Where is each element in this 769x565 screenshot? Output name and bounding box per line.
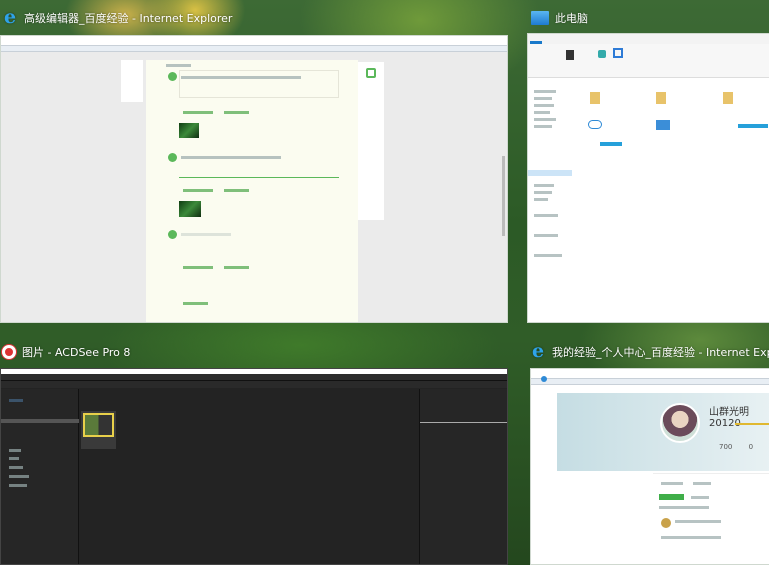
acdsee-icon <box>2 345 16 359</box>
tab-bar <box>1 46 507 52</box>
ie-icon: e <box>3 6 17 28</box>
navigation-pane <box>528 84 572 322</box>
step-image <box>179 201 201 217</box>
window-thumbnail-this-pc[interactable] <box>527 33 769 323</box>
window-thumbnail-ie-editor[interactable] <box>0 35 508 323</box>
window-title-ie-editor[interactable]: e 高级编辑器_百度经验 - Internet Explorer <box>2 7 232 29</box>
stat-value: 700 <box>719 443 733 451</box>
window-title-text: 我的经验_个人中心_百度经验 - Internet Explorer <box>552 346 769 359</box>
ribbon <box>528 44 769 78</box>
scrollbar[interactable] <box>502 156 505 236</box>
username: 山群光明20120 <box>709 407 749 429</box>
side-menu <box>121 60 143 102</box>
ie-icon: e <box>531 340 545 362</box>
avatar <box>660 403 700 443</box>
image-thumbnail[interactable] <box>81 411 116 449</box>
properties-pane <box>419 389 507 564</box>
window-title-text: 此电脑 <box>555 12 588 25</box>
window-thumbnail-ie-profile[interactable]: 山群光明20120 700 0 <box>530 368 769 565</box>
folder-tree <box>1 389 79 564</box>
window-title-this-pc[interactable]: 此电脑 <box>531 7 588 29</box>
window-title-text: 图片 - ACDSee Pro 8 <box>22 346 131 359</box>
address-bar <box>1 36 507 46</box>
app-icon <box>366 68 376 78</box>
experience-list <box>653 473 769 564</box>
window-title-ie-profile[interactable]: e 我的经验_个人中心_百度经验 - Internet Explorer <box>530 341 769 363</box>
window-title-text: 高级编辑器_百度经验 - Internet Explorer <box>24 12 233 25</box>
profile-banner: 山群光明20120 700 0 <box>557 393 769 471</box>
window-title-acdsee[interactable]: 图片 - ACDSee Pro 8 <box>2 341 130 363</box>
window-thumbnail-acdsee[interactable] <box>0 368 508 565</box>
right-panel <box>358 62 384 220</box>
editor-panel <box>146 60 358 322</box>
computer-icon <box>531 11 549 25</box>
tab-active[interactable] <box>659 494 684 500</box>
stat-value: 0 <box>748 443 754 451</box>
step-image <box>179 123 199 138</box>
